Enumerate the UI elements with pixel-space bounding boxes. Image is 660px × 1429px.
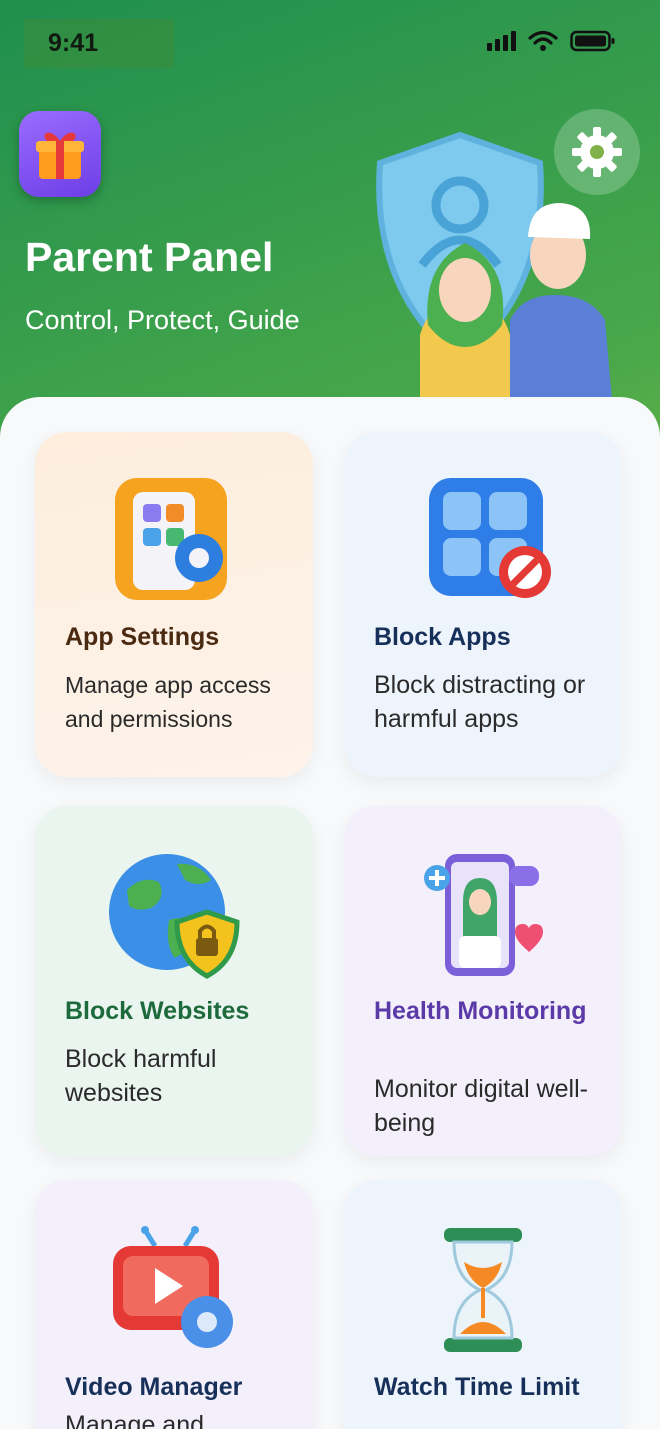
video-manager-card[interactable]: Video Manager Manage and [35, 1180, 313, 1429]
status-bar: 9:41 [0, 0, 660, 86]
watch-time-limit-card[interactable]: Watch Time Limit [344, 1180, 622, 1429]
card-description: Block harmful websites [65, 1045, 217, 1107]
card-title: App Settings [65, 623, 220, 651]
battery-icon [570, 30, 615, 52]
block-websites-card[interactable]: Block Websites Block harmful websites [35, 806, 313, 1156]
wifi-icon [528, 30, 558, 51]
card-title: Watch Time Limit [374, 1373, 580, 1401]
gift-icon [36, 132, 84, 179]
video-manager-icon [112, 1226, 233, 1348]
hourglass-icon [444, 1228, 522, 1352]
card-description: Manage and [65, 1411, 205, 1429]
card-description: Block distracting or harmful apps [374, 671, 586, 733]
app-settings-card[interactable]: App Settings Manage app access and permi… [35, 432, 313, 777]
card-title: Block Apps [374, 623, 511, 651]
card-description: Manage app access and permissions [65, 672, 271, 732]
health-monitoring-card[interactable]: Health Monitoring Monitor digital well-b… [344, 806, 622, 1156]
card-title: Health Monitoring [374, 997, 587, 1025]
globe-lock-icon [108, 854, 240, 979]
health-monitor-icon [424, 854, 543, 976]
family-shield-illustration [376, 131, 612, 400]
signal-icon [487, 31, 516, 51]
card-title: Video Manager [65, 1373, 243, 1401]
status-icons [487, 30, 616, 52]
card-description: Monitor digital well-being [374, 1075, 588, 1137]
page-subtitle: Control, Protect, Guide [25, 305, 300, 335]
block-apps-icon [429, 478, 551, 598]
card-title: Block Websites [65, 997, 250, 1025]
status-time: 9:41 [24, 19, 174, 68]
app-settings-icon [115, 478, 227, 600]
block-apps-card[interactable]: Block Apps Block distracting or harmful … [344, 432, 622, 777]
gift-button[interactable] [19, 111, 101, 197]
page-title: Parent Panel [25, 234, 274, 280]
